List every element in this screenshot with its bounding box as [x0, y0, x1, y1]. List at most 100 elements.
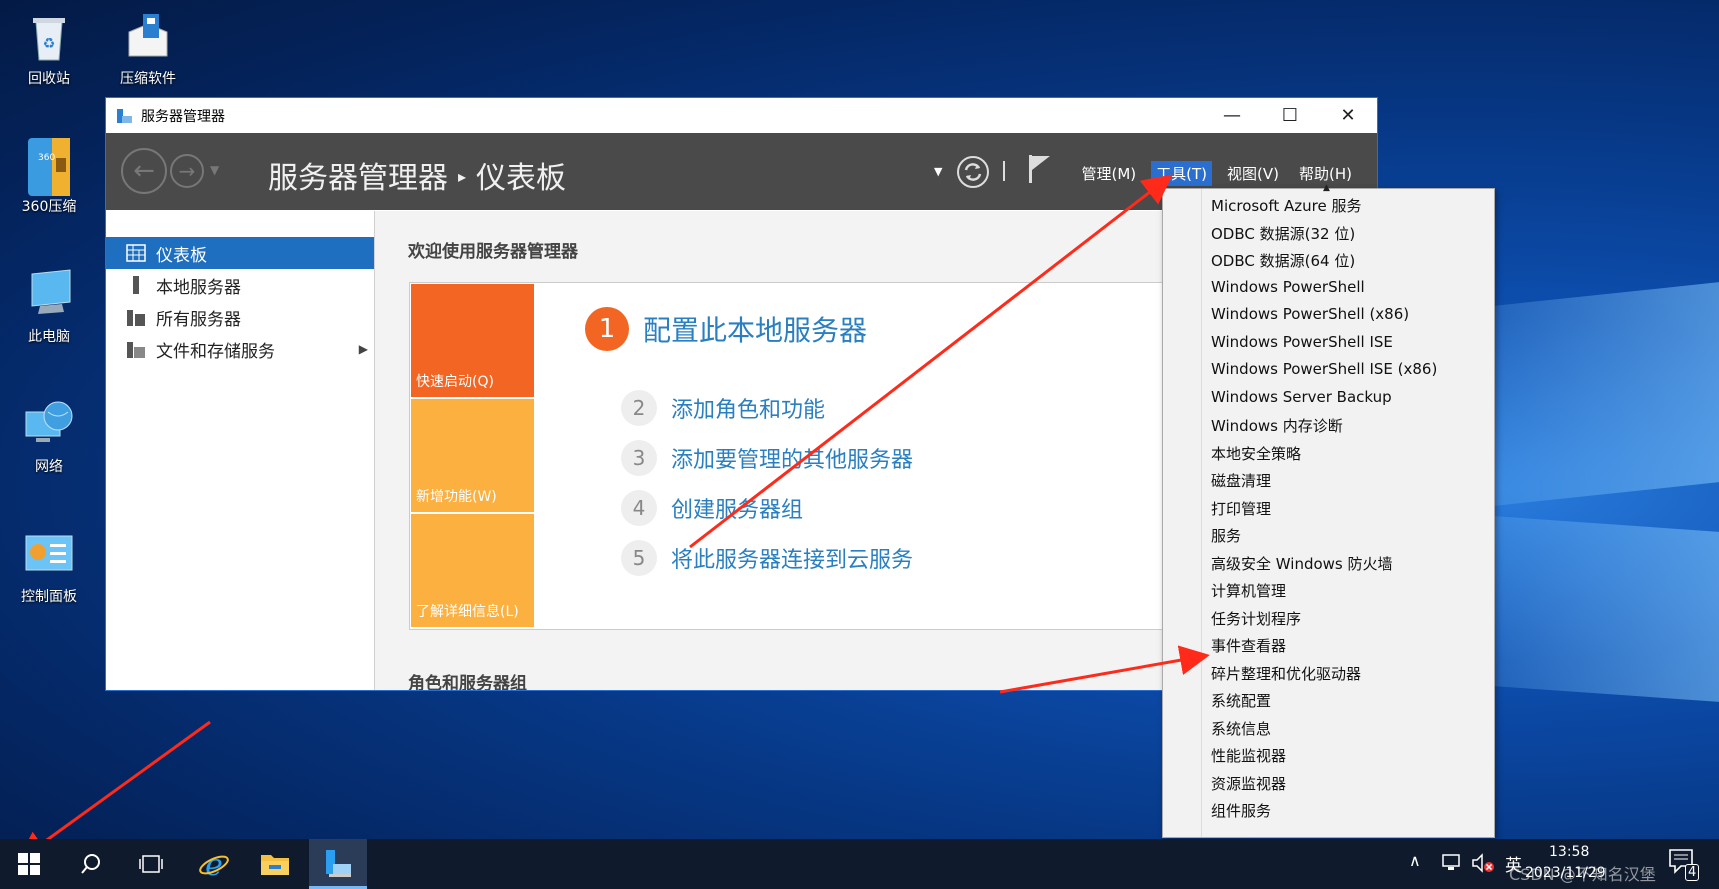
tools-menu-item[interactable]: 性能监视器	[1211, 745, 1286, 769]
menu-tools[interactable]: 工具(T)	[1151, 161, 1213, 186]
forward-button[interactable]: →	[170, 154, 204, 188]
tools-menu-item[interactable]: 组件服务	[1211, 800, 1271, 824]
welcome-title: 欢迎使用服务器管理器	[408, 242, 578, 262]
arrow-left-icon: ←	[133, 156, 155, 186]
tools-menu-item[interactable]: 事件查看器	[1211, 635, 1286, 659]
tools-menu-item[interactable]: Windows PowerShell ISE	[1211, 333, 1393, 357]
window-title: 服务器管理器	[141, 108, 225, 125]
step-number: 2	[621, 390, 657, 426]
scroll-up-icon[interactable]: ▲	[1323, 183, 1330, 193]
search-button[interactable]	[62, 839, 120, 889]
tools-menu-item[interactable]: ODBC 数据源(64 位)	[1211, 250, 1355, 274]
history-dropdown-icon[interactable]: ▼	[210, 163, 219, 177]
computer-icon	[22, 268, 76, 322]
tools-menu-item[interactable]: Windows PowerShell	[1211, 278, 1365, 302]
package-icon	[121, 10, 175, 64]
desktop-icon-this-pc[interactable]: 此电脑	[4, 268, 94, 346]
tools-menu-item[interactable]: 服务	[1211, 525, 1241, 549]
network-globe-icon	[22, 398, 76, 452]
start-button[interactable]	[0, 839, 58, 889]
notifications-dropdown-icon[interactable]: ▼	[934, 165, 942, 178]
zip-archive-icon: 360	[22, 138, 76, 196]
internet-explorer-icon: e	[199, 848, 229, 880]
step-number: 3	[621, 440, 657, 476]
tile-whats-new[interactable]: 新增功能(W)	[411, 399, 534, 512]
tools-menu[interactable]: ▲ Microsoft Azure 服务 ODBC 数据源(32 位) ODBC 数…	[1162, 183, 1495, 838]
step-number: 1	[585, 307, 629, 351]
svg-text:360: 360	[38, 153, 55, 163]
server-manager-icon	[117, 108, 132, 123]
title-bar[interactable]: 服务器管理器 — ☐ ✕	[106, 98, 1377, 133]
show-hidden-icons-icon[interactable]: ∧	[1409, 851, 1421, 870]
tile-learn-more[interactable]: 了解详细信息(L)	[411, 514, 534, 627]
sidebar-item-all-servers[interactable]: 所有服务器	[106, 301, 374, 333]
expand-arrow-icon[interactable]: ▶	[359, 342, 368, 356]
menu-view[interactable]: 视图(V)	[1222, 161, 1284, 186]
task-view-button[interactable]	[122, 839, 180, 889]
sidebar: 仪表板 本地服务器 所有服务器 文件和存储服务 ▶	[106, 211, 375, 690]
roles-section-title: 角色和服务器组	[408, 674, 527, 690]
tile-quick-start[interactable]: 快速启动(Q)	[411, 284, 534, 397]
refresh-icon[interactable]	[956, 155, 990, 189]
recycle-bin-icon: ♻	[22, 10, 76, 64]
folder-icon	[261, 855, 289, 875]
desktop-icon-360zip[interactable]: 360 360压缩	[4, 138, 94, 216]
clock-time[interactable]: 13:58	[1549, 844, 1589, 860]
dashboard-icon	[126, 244, 146, 262]
server-manager-icon	[326, 849, 351, 877]
step-connect-cloud[interactable]: 5 将此服务器连接到云服务	[621, 540, 913, 576]
tools-menu-item[interactable]: 碎片整理和优化驱动器	[1211, 663, 1361, 687]
step-add-roles[interactable]: 2 添加角色和功能	[621, 390, 825, 426]
taskbar-file-explorer[interactable]	[246, 839, 304, 889]
taskbar-internet-explorer[interactable]: e	[185, 839, 243, 889]
menu-manage[interactable]: 管理(M)	[1077, 161, 1142, 186]
arrow-to-start-button	[17, 720, 211, 862]
step-create-group[interactable]: 4 创建服务器组	[621, 490, 803, 526]
step-add-servers[interactable]: 3 添加要管理的其他服务器	[621, 440, 913, 476]
desktop-icon-package[interactable]: 压缩软件	[103, 10, 193, 88]
svg-text:e: e	[205, 848, 223, 880]
sidebar-item-file-storage[interactable]: 文件和存储服务 ▶	[106, 333, 374, 365]
step-number: 4	[621, 490, 657, 526]
desktop-icon-recycle-bin[interactable]: ♻ 回收站	[4, 10, 94, 88]
network-status-icon[interactable]	[1441, 853, 1463, 873]
tools-menu-item[interactable]: ODBC 数据源(32 位)	[1211, 223, 1355, 247]
tools-menu-item[interactable]: Windows Server Backup	[1211, 388, 1392, 412]
desktop-icon-network[interactable]: 网络	[4, 398, 94, 476]
tools-menu-item[interactable]: 任务计划程序	[1211, 608, 1301, 632]
server-icon	[133, 276, 139, 294]
tools-menu-item[interactable]: Microsoft Azure 服务	[1211, 195, 1362, 219]
tools-menu-item[interactable]: Windows PowerShell (x86)	[1211, 305, 1409, 329]
tools-menu-item[interactable]: 磁盘清理	[1211, 470, 1271, 494]
back-button[interactable]: ←	[121, 148, 167, 194]
search-icon	[81, 854, 100, 874]
sidebar-item-local-server[interactable]: 本地服务器	[106, 269, 374, 301]
notification-count-badge: 4	[1685, 864, 1700, 881]
breadcrumb-app: 服务器管理器	[268, 161, 448, 196]
tools-menu-item[interactable]: Windows PowerShell ISE (x86)	[1211, 360, 1437, 384]
tools-menu-item[interactable]: Windows 内存诊断	[1211, 415, 1343, 439]
servers-icon	[127, 310, 145, 326]
header-divider	[1003, 161, 1005, 181]
breadcrumb-page: 仪表板	[476, 161, 567, 196]
tools-menu-item[interactable]: 打印管理	[1211, 498, 1271, 522]
maximize-button[interactable]: ☐	[1261, 98, 1319, 133]
desktop-icon-control-panel[interactable]: 控制面板	[4, 528, 94, 606]
windows-logo-icon	[18, 853, 40, 875]
tools-menu-item[interactable]: 本地安全策略	[1211, 443, 1301, 467]
tools-menu-item[interactable]: 资源监视器	[1211, 773, 1286, 797]
tools-menu-item[interactable]: 高级安全 Windows 防火墙	[1211, 553, 1393, 577]
tools-menu-item[interactable]: 计算机管理	[1211, 580, 1286, 604]
volume-muted-icon[interactable]	[1471, 853, 1495, 873]
flag-icon[interactable]	[1026, 153, 1052, 185]
sidebar-item-dashboard[interactable]: 仪表板	[106, 237, 374, 269]
svg-text:♻: ♻	[43, 36, 56, 52]
tools-menu-item[interactable]: 系统信息	[1211, 718, 1271, 742]
step-number: 5	[621, 540, 657, 576]
tools-menu-item[interactable]: 系统配置	[1211, 690, 1271, 714]
step-configure-local-server[interactable]: 1 配置此本地服务器	[585, 307, 867, 351]
csdn-watermark: CSDN @不知名汉堡	[1509, 865, 1656, 884]
taskbar-server-manager[interactable]	[309, 839, 367, 889]
close-button[interactable]: ✕	[1319, 98, 1377, 133]
minimize-button[interactable]: —	[1203, 98, 1261, 133]
